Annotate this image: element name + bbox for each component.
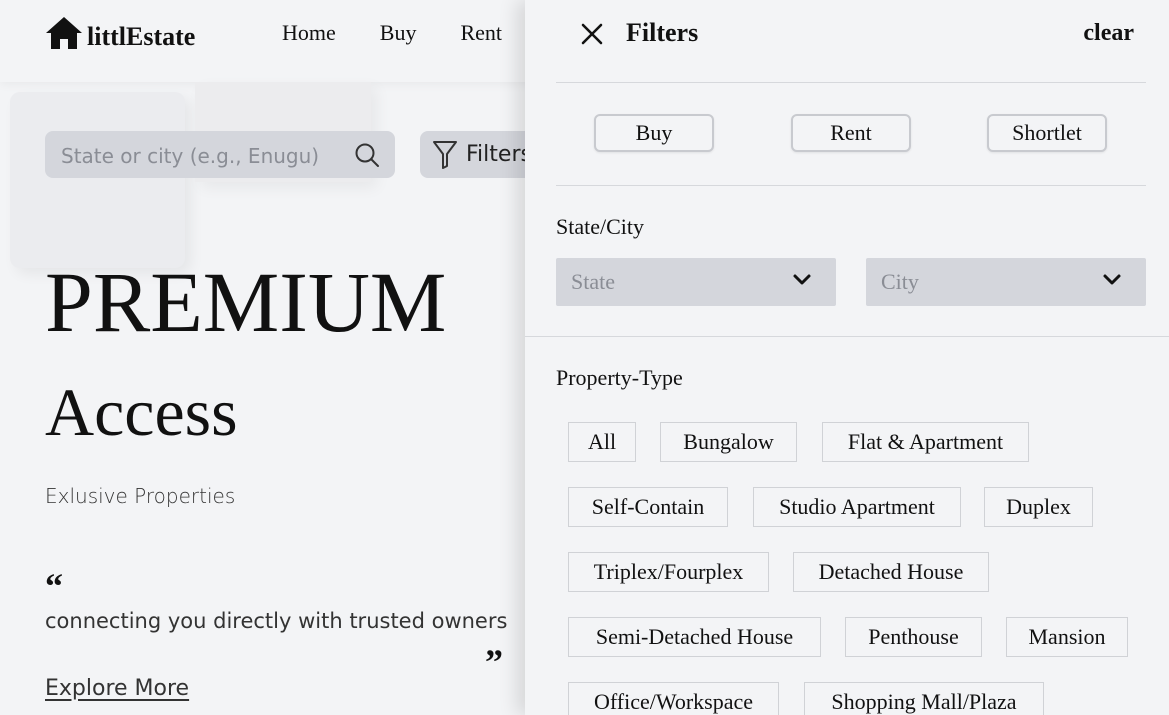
property-type-option[interactable]: Studio Apartment xyxy=(753,487,961,527)
funnel-icon xyxy=(433,140,457,169)
state-select[interactable]: State xyxy=(556,258,836,306)
property-type-option[interactable]: Flat & Apartment xyxy=(822,422,1029,462)
property-type-option[interactable]: Penthouse xyxy=(845,617,982,657)
brand-name: littlEstate xyxy=(87,22,196,51)
clear-button[interactable]: clear xyxy=(1083,20,1134,47)
search-icon[interactable] xyxy=(354,142,380,168)
close-quote-mark: ” xyxy=(485,642,503,682)
location-label: State/City xyxy=(556,214,644,239)
city-select-placeholder: City xyxy=(881,269,919,294)
state-select-placeholder: State xyxy=(571,269,615,294)
home-icon xyxy=(46,17,82,49)
decorative-card xyxy=(10,92,185,268)
property-type-option[interactable]: Mansion xyxy=(1006,617,1128,657)
hero-quote: connecting you directly with trusted own… xyxy=(45,609,508,633)
main-nav: Home Buy Rent xyxy=(282,20,546,46)
property-type-option[interactable]: Duplex xyxy=(984,487,1093,527)
hero-tagline: Exlusive Properties xyxy=(45,484,236,508)
panel-title: Filters xyxy=(626,18,699,47)
explore-more-link[interactable]: Explore More xyxy=(45,676,189,701)
chevron-down-icon xyxy=(1103,274,1121,285)
hero-title: PREMIUM xyxy=(45,254,447,350)
listing-type-shortlet[interactable]: Shortlet xyxy=(987,114,1107,152)
hero-subtitle: Access xyxy=(45,374,238,450)
search-input[interactable] xyxy=(59,131,353,180)
property-type-option[interactable]: Office/Workspace xyxy=(568,682,779,715)
brand-logo[interactable]: littlEstate xyxy=(45,14,195,52)
property-type-option[interactable]: Triplex/Fourplex xyxy=(568,552,769,592)
divider xyxy=(525,336,1169,337)
nav-buy[interactable]: Buy xyxy=(380,20,417,46)
listing-type-rent[interactable]: Rent xyxy=(791,114,911,152)
chevron-down-icon xyxy=(793,274,811,285)
divider xyxy=(556,185,1146,186)
search-bar xyxy=(45,131,395,180)
open-quote-mark: “ xyxy=(45,566,63,606)
close-icon[interactable] xyxy=(580,22,604,46)
property-type-option[interactable]: Detached House xyxy=(793,552,989,592)
nav-home[interactable]: Home xyxy=(282,20,336,46)
property-type-option[interactable]: Semi-Detached House xyxy=(568,617,821,657)
listing-type-buy[interactable]: Buy xyxy=(594,114,714,152)
city-select[interactable]: City xyxy=(866,258,1146,306)
property-type-option[interactable]: Shopping Mall/Plaza xyxy=(804,682,1044,715)
filters-panel: Filters clear Buy Rent Shortlet State/Ci… xyxy=(525,0,1169,715)
nav-rent[interactable]: Rent xyxy=(460,20,502,46)
divider xyxy=(556,82,1146,83)
property-type-option[interactable]: All xyxy=(568,422,636,462)
filters-button-label: Filters xyxy=(466,142,532,167)
property-type-option[interactable]: Bungalow xyxy=(660,422,797,462)
property-type-option[interactable]: Self-Contain xyxy=(568,487,728,527)
property-type-label: Property-Type xyxy=(556,365,683,390)
